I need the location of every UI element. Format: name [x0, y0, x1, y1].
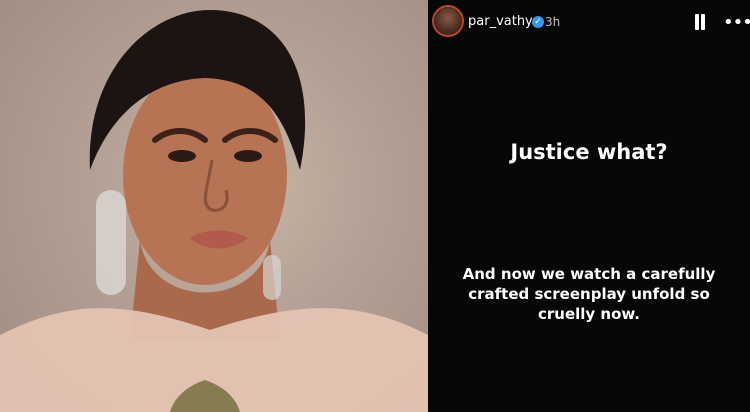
instagram-story-panel: par_vathy ✓ 3h ••• Justice what? And now…: [428, 0, 750, 412]
story-body-text: And now we watch a carefully crafted scr…: [462, 265, 716, 323]
story-headline: Justice what?: [510, 140, 668, 164]
screenshot-composite: par_vathy ✓ 3h ••• Justice what? And now…: [0, 0, 750, 412]
avatar[interactable]: [434, 7, 462, 35]
portrait-photo: [0, 0, 428, 412]
more-horizontal-icon[interactable]: •••: [723, 12, 750, 33]
verified-badge-icon: ✓: [532, 16, 544, 28]
username[interactable]: par_vathy: [468, 14, 533, 29]
story-header: par_vathy ✓ 3h •••: [428, 0, 750, 46]
post-time: 3h: [545, 15, 561, 29]
pause-icon[interactable]: [693, 14, 707, 30]
